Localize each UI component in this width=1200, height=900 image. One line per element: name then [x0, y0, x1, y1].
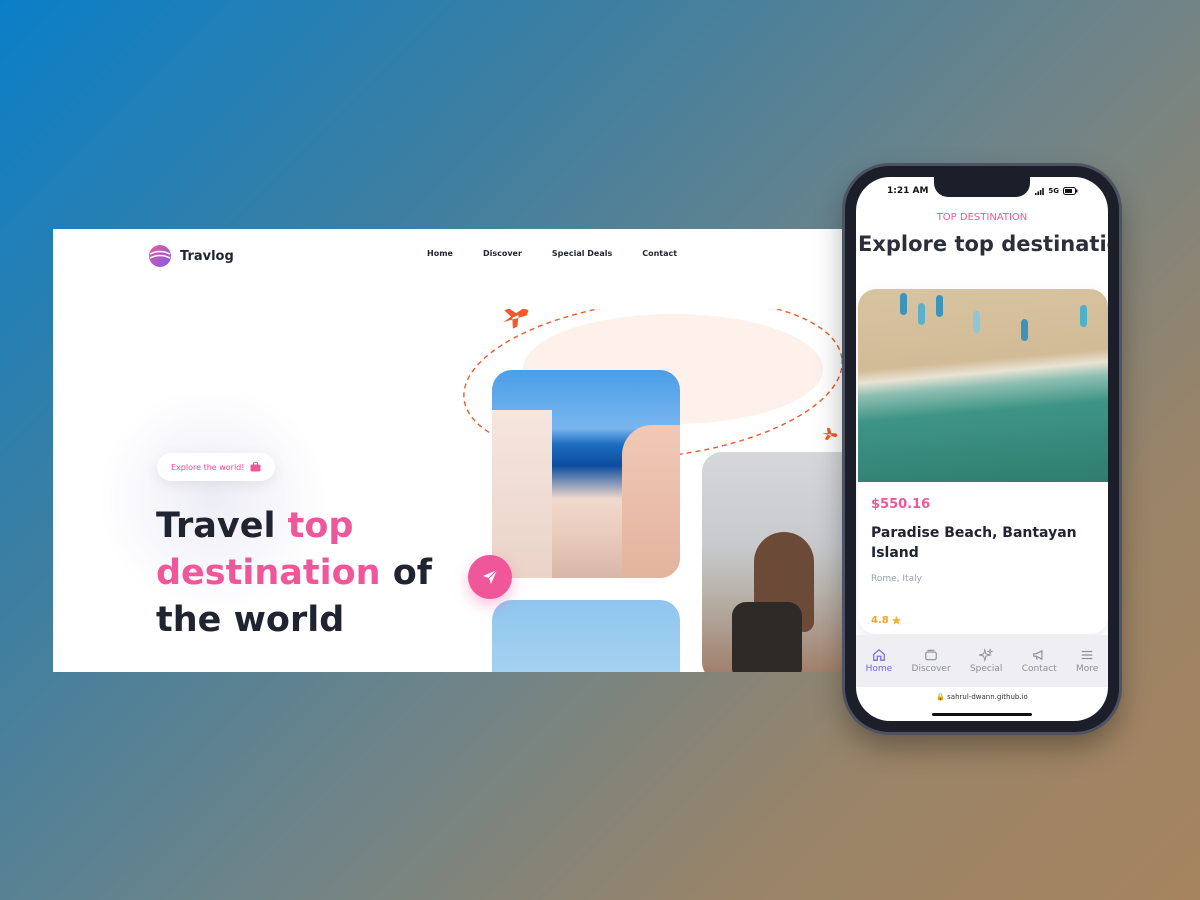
tab-special[interactable]: Special: [970, 648, 1002, 674]
headline-highlight-2: destination: [156, 553, 381, 593]
top-nav: Home Discover Special Deals Contact: [427, 249, 677, 258]
beach-photo: [858, 289, 1108, 482]
tab-special-label: Special: [969, 664, 1003, 674]
tab-contact-label: Contact: [1021, 664, 1057, 674]
menu-icon: [1081, 650, 1093, 660]
headline-text-1: Travel: [156, 506, 288, 546]
phone-screen: 1:21 AM 5G TOP DESTINATION Explore top d…: [856, 177, 1108, 721]
tab-home[interactable]: Home: [865, 648, 893, 674]
brand-logo[interactable]: Travlog: [148, 244, 234, 268]
section-eyebrow: TOP DESTINATION: [936, 212, 1028, 223]
paper-plane-icon: [483, 569, 498, 584]
card-location: Rome, Italy: [871, 574, 922, 584]
sky-photo: [492, 600, 680, 672]
desktop-landing-page: Travlog Home Discover Special Deals Cont…: [53, 229, 853, 672]
star-icon: [891, 615, 901, 625]
destination-card[interactable]: $550.16 Paradise Beach, Bantayan Island …: [858, 289, 1108, 634]
nav-home[interactable]: Home: [427, 249, 453, 258]
tab-discover[interactable]: Discover: [912, 648, 951, 674]
nav-discover[interactable]: Discover: [483, 249, 522, 258]
url-bar[interactable]: 🔒 sahrul-dwann.github.io: [856, 693, 1108, 701]
tab-more[interactable]: More: [1076, 648, 1098, 674]
suitcase-icon: [250, 462, 261, 472]
status-time: 1:21 AM: [887, 186, 929, 196]
headline-highlight-1: top: [287, 506, 354, 546]
bottom-tab-bar: Home Discover Special Contact More: [856, 635, 1108, 687]
explore-pill[interactable]: Explore the world!: [157, 453, 276, 481]
airplane-icon: [503, 309, 529, 329]
nav-contact[interactable]: Contact: [642, 249, 677, 258]
nav-special-deals[interactable]: Special Deals: [552, 249, 612, 258]
home-icon: [873, 648, 885, 661]
discover-icon: [925, 649, 937, 661]
headline-text-3: the world: [156, 600, 345, 640]
airplane-icon-2: [821, 427, 838, 441]
traveler-photo: [702, 452, 853, 672]
card-price: $550.16: [871, 497, 931, 512]
send-button[interactable]: [468, 555, 512, 599]
url-text: sahrul-dwann.github.io: [947, 693, 1028, 701]
headline-text-2: of: [380, 553, 433, 593]
phone-mockup: 1:21 AM 5G TOP DESTINATION Explore top d…: [845, 166, 1119, 732]
megaphone-icon: [1033, 649, 1043, 661]
section-title: Explore top destination: [858, 232, 1108, 256]
explore-pill-label: Explore the world!: [171, 462, 245, 472]
battery-icon: [1063, 187, 1078, 195]
tab-contact[interactable]: Contact: [1022, 648, 1057, 674]
card-place: Paradise Beach, Bantayan Island: [871, 525, 1077, 561]
tab-home-label: Home: [865, 664, 893, 674]
phone-notch: [934, 177, 1030, 197]
rating-value: 4.8: [871, 615, 889, 626]
signal-icon: [1035, 187, 1045, 195]
status-indicators: 5G: [1035, 187, 1078, 195]
lock-icon: 🔒: [936, 693, 945, 701]
sparkle-icon: [979, 648, 994, 662]
brand-name: Travlog: [180, 248, 234, 264]
santorini-photo: [492, 370, 680, 578]
globe-logo-icon: [149, 245, 171, 267]
network-label: 5G: [1048, 187, 1059, 195]
hero-headline: Travel top destination of the world: [156, 503, 476, 644]
home-indicator: [932, 713, 1032, 716]
tab-more-label: More: [1076, 664, 1099, 674]
card-rating: 4.8: [871, 615, 902, 626]
tab-discover-label: Discover: [911, 664, 951, 674]
